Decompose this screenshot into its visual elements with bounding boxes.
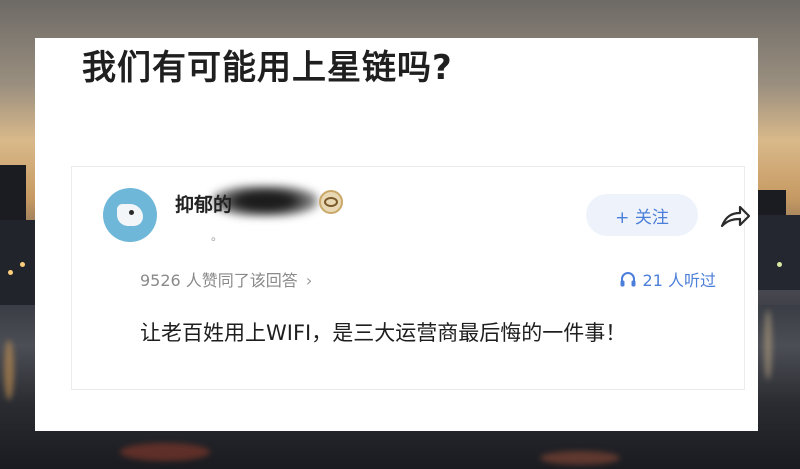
chevron-right-icon: › <box>305 271 313 290</box>
city-light <box>8 270 13 275</box>
follow-label: + 关注 <box>615 207 669 228</box>
headphone-icon <box>620 272 636 287</box>
light-reflection <box>4 340 14 400</box>
author-subtitle: 。 <box>211 229 224 243</box>
avatar[interactable] <box>103 188 157 242</box>
listen-count[interactable]: 21 人听过 <box>619 267 716 291</box>
follow-button[interactable]: + 关注 <box>586 194 698 236</box>
eye-badge-icon <box>319 190 343 214</box>
building <box>754 215 800 290</box>
avatar-eye <box>129 210 134 215</box>
city-light <box>20 262 25 267</box>
city-light <box>777 262 782 267</box>
light-reflection <box>120 443 210 461</box>
light-reflection <box>540 451 620 465</box>
question-panel: 我们有可能用上星链吗? 抑郁的 。 + 关注 9526 人赞同了该回答 › 21 … <box>35 38 758 431</box>
question-title: 我们有可能用上星链吗? <box>82 48 453 88</box>
listen-label: 21 人听过 <box>642 271 716 290</box>
upvote-label: 9526 人赞同了该回答 <box>140 271 298 290</box>
upvote-count[interactable]: 9526 人赞同了该回答 › <box>140 267 312 291</box>
share-arrow-icon[interactable] <box>718 202 752 230</box>
answer-content[interactable]: 让老百姓用上WIFI，是三大运营商最后悔的一件事！ <box>140 317 626 347</box>
building <box>0 220 38 310</box>
answer-card[interactable]: 抑郁的 。 + 关注 9526 人赞同了该回答 › 21 人听过 让老百姓用上WI… <box>71 166 751 390</box>
light-reflection <box>764 310 772 380</box>
avatar-figure <box>117 204 143 226</box>
name-redaction <box>212 185 318 217</box>
